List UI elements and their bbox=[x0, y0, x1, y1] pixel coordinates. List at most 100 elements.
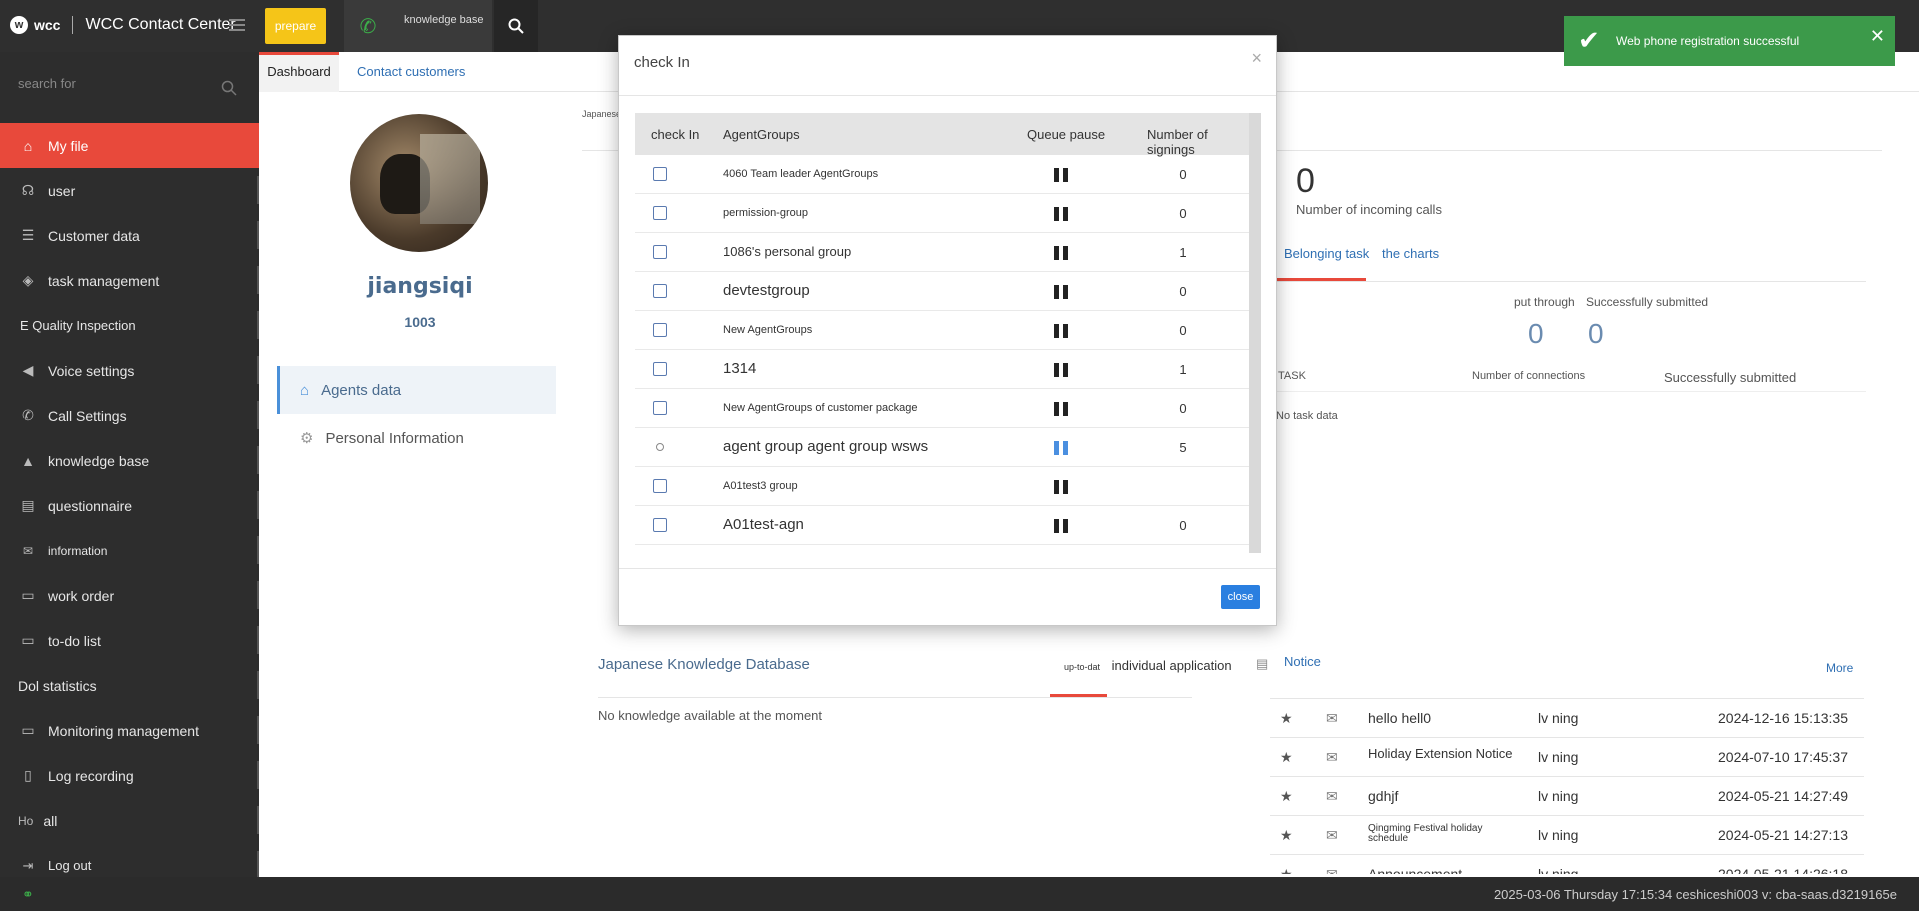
table-row[interactable]: New AgentGroups 0 bbox=[635, 311, 1249, 350]
user-id: 1003 bbox=[404, 314, 436, 330]
sidebar-item-knowledge-base[interactable]: ▲ knowledge base bbox=[0, 438, 259, 483]
home-icon: ⌂ bbox=[23, 137, 33, 154]
search-input[interactable]: search for bbox=[18, 76, 76, 91]
pause-icon[interactable] bbox=[1054, 246, 1068, 260]
sidebar-item-all[interactable]: Ho all bbox=[0, 798, 259, 843]
put-through-value: 0 bbox=[1528, 318, 1544, 349]
table-row[interactable]: permission-group 0 bbox=[635, 194, 1249, 233]
table-row[interactable]: agent group agent group wsws 5 bbox=[635, 428, 1249, 467]
signing-count: 0 bbox=[1179, 284, 1187, 299]
check-icon: ✔ bbox=[1578, 25, 1600, 55]
notice-icon: ▤ bbox=[1256, 656, 1269, 671]
table-row[interactable]: 1086's personal group 1 bbox=[635, 233, 1249, 272]
tab-belonging-task[interactable]: Belonging task bbox=[1284, 246, 1369, 261]
sidebar-item-my-file[interactable]: ⌂ My file bbox=[0, 123, 259, 168]
layers-icon: ◈ bbox=[22, 272, 34, 288]
check-in-checkbox[interactable] bbox=[653, 206, 667, 220]
table-row[interactable]: 1314 1 bbox=[635, 350, 1249, 389]
agent-group-name: A01test3 group bbox=[723, 480, 798, 492]
close-icon[interactable]: × bbox=[1251, 48, 1262, 69]
link-icon: ⚭ bbox=[22, 886, 34, 902]
check-in-checkbox[interactable] bbox=[656, 443, 664, 451]
signing-count: 5 bbox=[1179, 440, 1187, 455]
brand-name: wcc bbox=[34, 17, 61, 33]
nav-personal-information[interactable]: ⚙ Personal Information bbox=[277, 414, 556, 462]
table-row[interactable]: New AgentGroups of customer package 0 bbox=[635, 389, 1249, 428]
pause-icon[interactable] bbox=[1054, 363, 1068, 377]
check-in-checkbox[interactable] bbox=[653, 362, 667, 376]
search-icon[interactable] bbox=[494, 0, 538, 52]
more-link[interactable]: More bbox=[1826, 661, 1853, 675]
pause-icon[interactable] bbox=[1054, 168, 1068, 182]
submitted-label: Successfully submitted bbox=[1586, 295, 1709, 309]
menu-toggle-icon[interactable] bbox=[229, 19, 245, 31]
tab-individual-application[interactable]: individual application bbox=[1112, 658, 1232, 673]
profile-nav: ⌂ Agents data ⚙ Personal Information bbox=[277, 366, 556, 462]
sidebar-item-information[interactable]: ✉ information bbox=[0, 528, 259, 573]
envelope-icon: ✉ bbox=[1326, 827, 1338, 843]
pause-icon[interactable] bbox=[1054, 519, 1068, 533]
notice-row[interactable]: ★ ✉ Holiday Extension Notice lv ning 2024-07… bbox=[1270, 737, 1864, 776]
close-button[interactable]: close bbox=[1221, 585, 1260, 609]
sidebar-item-monitoring[interactable]: ▭ Monitoring management bbox=[0, 708, 259, 753]
sidebar-item-voice-settings[interactable]: ◀ Voice settings bbox=[0, 348, 259, 393]
sidebar-search[interactable]: search for bbox=[0, 52, 259, 123]
search-icon[interactable] bbox=[221, 80, 237, 99]
table-row[interactable]: 4060 Team leader AgentGroups 0 bbox=[635, 155, 1249, 194]
agent-group-name: permission-group bbox=[723, 207, 808, 219]
tab-contact-customers[interactable]: Contact customers bbox=[357, 52, 465, 92]
star-icon[interactable]: ★ bbox=[1280, 749, 1293, 766]
sidebar-item-work-order[interactable]: ▭ work order bbox=[0, 573, 259, 618]
agent-group-name: 1314 bbox=[723, 360, 757, 377]
notice-row[interactable]: ★ ✉ hello hell0 lv ning 2024-12-16 15:13:35 bbox=[1270, 698, 1864, 737]
tab-dashboard[interactable]: Dashboard bbox=[259, 52, 339, 92]
notice-row[interactable]: ★ ✉ Announcement lv ning 2024-05-21 14:26:18 bbox=[1270, 854, 1864, 874]
pause-icon[interactable] bbox=[1054, 207, 1068, 221]
tab-the-charts[interactable]: the charts bbox=[1382, 246, 1439, 261]
knowledge-base-button[interactable]: knowledge base bbox=[392, 0, 492, 52]
sidebar-item-call-settings[interactable]: ✆ Call Settings bbox=[0, 393, 259, 438]
check-in-checkbox[interactable] bbox=[653, 284, 667, 298]
check-in-checkbox[interactable] bbox=[653, 245, 667, 259]
star-icon[interactable]: ★ bbox=[1280, 827, 1293, 844]
table-row[interactable]: devtestgroup 0 bbox=[635, 272, 1249, 311]
tab-up-to-date[interactable]: up-to-dat bbox=[1064, 662, 1100, 672]
check-in-checkbox[interactable] bbox=[653, 479, 667, 493]
prepare-button[interactable]: prepare bbox=[265, 8, 326, 44]
pause-icon[interactable] bbox=[1054, 324, 1068, 338]
notice-row[interactable]: ★ ✉ Qingming Festival holiday schedule lv n… bbox=[1270, 815, 1864, 854]
sidebar-item-questionnaire[interactable]: ▤ questionnaire bbox=[0, 483, 259, 528]
check-in-checkbox[interactable] bbox=[653, 167, 667, 181]
sidebar-item-quality-inspection[interactable]: E Quality Inspection bbox=[0, 303, 259, 348]
pause-icon[interactable] bbox=[1054, 441, 1068, 455]
status-bar: ⚭ 2025-03-06 Thursday 17:15:34 ceshicesh… bbox=[0, 877, 1919, 911]
close-icon[interactable]: ✕ bbox=[1870, 26, 1885, 47]
agent-group-name: devtestgroup bbox=[723, 282, 810, 299]
sidebar-item-to-do-list[interactable]: ▭ to-do list bbox=[0, 618, 259, 663]
home-icon: ⌂ bbox=[300, 381, 310, 399]
agent-group-name: agent group agent group wsws bbox=[723, 438, 929, 455]
database-icon: ☰ bbox=[21, 227, 35, 243]
status-text: 2025-03-06 Thursday 17:15:34 ceshiceshi0… bbox=[1493, 887, 1897, 902]
notice-row[interactable]: ★ ✉ gdhjf lv ning 2024-05-21 14:27:49 bbox=[1270, 776, 1864, 815]
table-row[interactable]: A01test-agn 0 bbox=[635, 506, 1249, 545]
table-header: check In AgentGroups Queue pause Number … bbox=[635, 113, 1249, 157]
star-icon[interactable]: ★ bbox=[1280, 710, 1293, 727]
task-table-header: TASK Number of connections Successfully … bbox=[1276, 362, 1866, 392]
pause-icon[interactable] bbox=[1054, 402, 1068, 416]
check-in-checkbox[interactable] bbox=[653, 518, 667, 532]
star-icon[interactable]: ★ bbox=[1280, 866, 1293, 874]
pause-icon[interactable] bbox=[1054, 480, 1068, 494]
check-in-checkbox[interactable] bbox=[653, 323, 667, 337]
sidebar-item-dol-statistics[interactable]: Dol statistics bbox=[0, 663, 259, 708]
nav-agents-data[interactable]: ⌂ Agents data bbox=[277, 366, 556, 414]
table-row[interactable]: A01test3 group bbox=[635, 467, 1249, 506]
phone-icon[interactable]: ✆ bbox=[344, 0, 392, 52]
star-icon[interactable]: ★ bbox=[1280, 788, 1293, 805]
sidebar-item-user[interactable]: ☊ user bbox=[0, 168, 259, 213]
check-in-checkbox[interactable] bbox=[653, 401, 667, 415]
sidebar-item-log-recording[interactable]: ▯ Log recording bbox=[0, 753, 259, 798]
sidebar-item-customer-data[interactable]: ☰ Customer data bbox=[0, 213, 259, 258]
pause-icon[interactable] bbox=[1054, 285, 1068, 299]
sidebar-item-task-management[interactable]: ◈ task management bbox=[0, 258, 259, 303]
